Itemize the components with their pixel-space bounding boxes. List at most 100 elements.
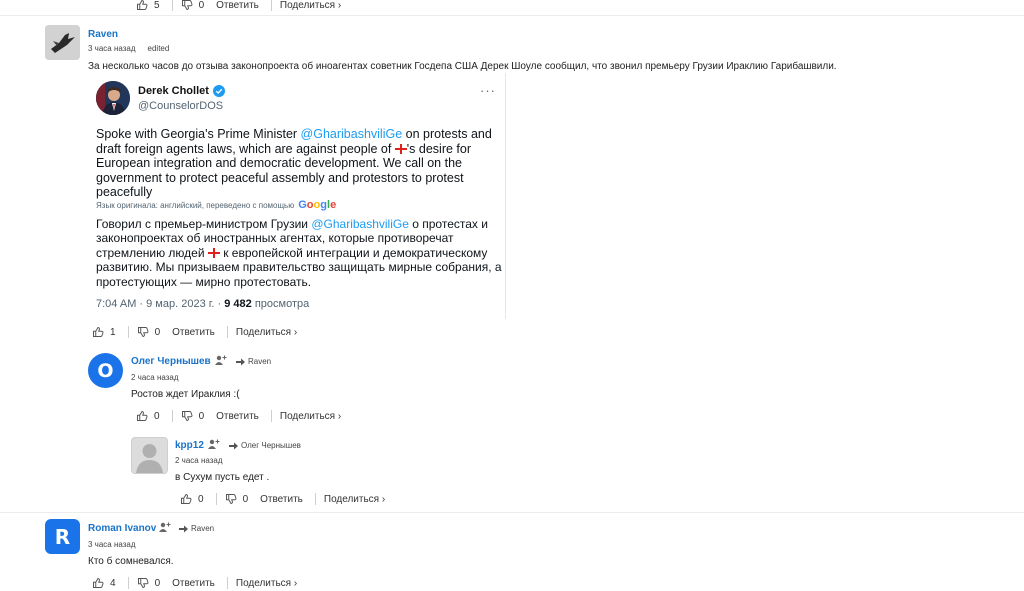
divider [226,326,228,338]
divider [171,410,173,422]
translation-note: Язык оригинала: английский, переведено с… [96,199,336,211]
comment-actions: 5 0 Ответить Поделиться › [136,0,341,13]
divider [0,512,1024,513]
translation-label: Язык оригинала: английский, переведено с… [96,200,295,210]
comment-time: 3 часа назад [88,44,136,53]
tweet-original-text: Spoke with Georgia's Prime Minister @Gha… [96,127,496,200]
tweet-author[interactable]: Derek Chollet [138,85,225,97]
reply-arrow-icon [229,442,238,449]
tweet-author-name: Derek Chollet [138,85,209,97]
thumbs-down-icon [181,411,193,421]
comment-text: в Сухум пусть едет . [175,472,270,483]
georgia-flag-icon [207,247,220,258]
reply-button[interactable]: Ответить [260,494,303,505]
dislike-button[interactable]: 0 [181,410,205,422]
mention-link[interactable]: @GharibashviliGe [301,127,403,141]
dislike-button[interactable]: 0 [225,493,248,505]
share-button[interactable]: Поделиться › [280,0,341,11]
georgia-flag-icon [394,143,407,154]
comment-actions: 4 0 Ответить Поделиться › [92,575,297,591]
divider [226,577,228,589]
thumbs-up-icon [181,494,192,504]
mention-link[interactable]: @GharibashviliGe [311,217,409,231]
like-button[interactable]: 4 [92,577,116,589]
divider [171,0,173,11]
avatar[interactable]: R [45,519,80,554]
bird-avatar-image [45,25,80,60]
reply-button[interactable]: Ответить [172,327,215,338]
like-count: 0 [154,410,160,422]
avatar[interactable]: О [88,353,123,388]
tweet-text-part: Говорил с премьер-министром Грузии [96,217,312,231]
divider [270,410,272,422]
edited-label: edited [147,44,170,53]
thumbs-down-icon [181,0,193,10]
share-button[interactable]: Поделиться › [280,411,341,422]
like-count: 4 [110,577,116,589]
comment-author[interactable]: Олег Чернышев [131,356,211,367]
thumbs-up-icon [137,411,148,421]
comment-author[interactable]: kpp12 [175,440,204,451]
dislike-count: 0 [154,577,161,589]
like-button[interactable]: 0 [180,493,204,505]
comment-actions: 0 0 Ответить Поделиться › [136,408,341,424]
reply-button[interactable]: Ответить [216,411,259,422]
default-user-icon [132,438,167,473]
reply-to-name: Raven [248,357,272,366]
reply-button[interactable]: Ответить [172,578,215,589]
views-label: просмотра [251,298,310,310]
embedded-tweet[interactable]: Derek Chollet @CounselorDOS ··· Spoke wi… [86,73,506,319]
share-button[interactable]: Поделиться › [236,578,297,589]
tweet-timestamp[interactable]: 7:04 AM · 9 мар. 2023 г. · [96,298,224,310]
like-button[interactable]: 0 [136,410,160,422]
comment-text: За несколько часов до отзыва законопроек… [88,61,837,72]
comment-time: 2 часа назад [175,456,223,465]
thumbs-down-icon [137,327,149,337]
reply-button[interactable]: Ответить [216,0,259,11]
avatar[interactable] [45,25,80,60]
reply-to-name: Олег Чернышев [241,441,301,450]
tweet-avatar[interactable] [96,81,130,115]
reply-to-link[interactable]: Олег Чернышев [229,441,301,450]
reply-to-link[interactable]: Raven [179,524,214,533]
dislike-count: 0 [154,326,161,338]
divider [314,493,316,505]
comment-text: Ростов ждет Ираклия :( [131,389,240,400]
avatar[interactable] [131,437,168,474]
divider [127,577,129,589]
dislike-button[interactable]: 0 [137,326,161,338]
portrait-image [96,81,130,115]
comment-actions: 0 0 Ответить Поделиться › [180,491,385,507]
reply-arrow-icon [179,525,188,532]
avatar-letter: R [54,524,71,549]
dislike-button[interactable]: 0 [181,0,205,11]
dislike-count: 0 [198,410,205,422]
like-button[interactable]: 1 [92,326,116,338]
divider [0,15,1024,16]
tweet-handle[interactable]: @CounselorDOS [138,100,223,112]
add-user-icon[interactable] [215,355,227,365]
comment-time: 2 часа назад [131,373,179,382]
like-button[interactable]: 5 [136,0,160,11]
tweet-translated-text: Говорил с премьер-министром Грузии @Ghar… [96,217,506,289]
add-user-icon[interactable] [208,439,220,449]
avatar-letter: О [97,359,114,382]
more-options-icon[interactable]: ··· [480,83,496,98]
tweet-text-part: Spoke with Georgia's Prime Minister [96,127,301,141]
thumbs-up-icon [93,327,104,337]
comment-meta: 3 часа назад edited [88,44,169,53]
like-count: 5 [154,0,160,11]
reply-to-link[interactable]: Raven [236,357,271,366]
add-user-icon[interactable] [159,522,171,532]
comment-author[interactable]: Roman Ivanov [88,523,156,534]
share-button[interactable]: Поделиться › [236,327,297,338]
thumbs-up-icon [137,0,148,10]
thumbs-down-icon [137,578,149,588]
dislike-count: 0 [198,0,205,11]
reply-to-name: Raven [191,524,215,533]
dislike-button[interactable]: 0 [137,577,161,589]
thumbs-up-icon [93,578,104,588]
share-button[interactable]: Поделиться › [324,494,385,505]
comment-author[interactable]: Raven [88,29,118,40]
comment-text: Кто б сомневался. [88,556,174,567]
